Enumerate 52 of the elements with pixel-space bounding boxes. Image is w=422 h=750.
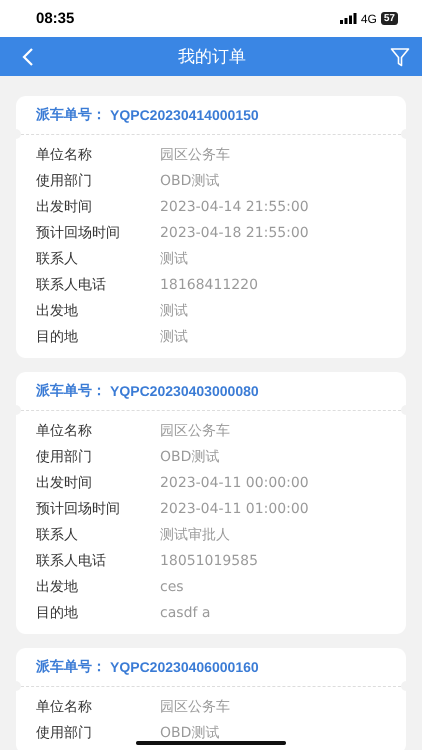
- network-label: 4G: [360, 12, 377, 26]
- field-label: 单位名称: [36, 698, 93, 716]
- field-value: 园区公务车: [160, 422, 230, 440]
- signal-icon: [340, 13, 357, 24]
- back-icon[interactable]: [22, 46, 34, 66]
- field-value: 测试: [160, 302, 188, 320]
- order-number: YQPC20230406000160: [110, 659, 259, 675]
- order-number-label: 派车单号：: [36, 658, 106, 676]
- field-value: 18051019585: [160, 553, 258, 569]
- order-number-label: 派车单号：: [36, 382, 106, 400]
- field-value: 园区公务车: [160, 146, 230, 164]
- order-number-label: 派车单号：: [36, 106, 106, 124]
- field-label: 联系人: [36, 526, 79, 544]
- field-value: OBD测试: [160, 724, 220, 742]
- order-number: YQPC20230414000150: [110, 107, 259, 123]
- field-value: ces: [160, 579, 184, 595]
- field-label: 联系人电话: [36, 552, 107, 570]
- field-label: 单位名称: [36, 422, 93, 440]
- field-value: 园区公务车: [160, 698, 230, 716]
- battery-level: 57: [380, 12, 398, 25]
- field-label: 单位名称: [36, 146, 93, 164]
- field-label: 出发地: [36, 578, 79, 596]
- field-label: 预计回场时间: [36, 224, 121, 242]
- field-label: 目的地: [36, 604, 79, 622]
- field-value: 2023-04-11 00:00:00: [160, 475, 309, 491]
- field-label: 预计回场时间: [36, 500, 121, 518]
- field-label: 使用部门: [36, 172, 93, 190]
- field-value: 2023-04-11 01:00:00: [160, 501, 309, 517]
- order-header[interactable]: 派车单号： YQPC20230403000080: [16, 372, 406, 411]
- field-value: OBD测试: [160, 172, 220, 190]
- field-label: 联系人: [36, 250, 79, 268]
- field-label: 使用部门: [36, 724, 93, 742]
- order-header[interactable]: 派车单号： YQPC20230414000150: [16, 96, 406, 135]
- field-label: 目的地: [36, 328, 79, 346]
- order-number: YQPC20230403000080: [110, 383, 259, 399]
- field-value: 测试审批人: [160, 526, 230, 544]
- field-label: 出发时间: [36, 198, 93, 216]
- status-time: 08:35: [36, 10, 74, 27]
- field-value: casdf a: [160, 605, 210, 621]
- field-label: 使用部门: [36, 448, 93, 466]
- filter-icon[interactable]: [390, 46, 410, 66]
- field-value: 2023-04-18 21:55:00: [160, 225, 309, 241]
- field-label: 出发地: [36, 302, 79, 320]
- field-label: 联系人电话: [36, 276, 107, 294]
- field-value: 18168411220: [160, 277, 258, 293]
- field-label: 出发时间: [36, 474, 93, 492]
- order-header[interactable]: 派车单号： YQPC20230406000160: [16, 648, 406, 687]
- field-value: OBD测试: [160, 448, 220, 466]
- page-title: 我的订单: [177, 46, 247, 68]
- field-value: 测试: [160, 250, 188, 268]
- field-value: 测试: [160, 328, 188, 346]
- field-value: 2023-04-14 21:55:00: [160, 199, 309, 215]
